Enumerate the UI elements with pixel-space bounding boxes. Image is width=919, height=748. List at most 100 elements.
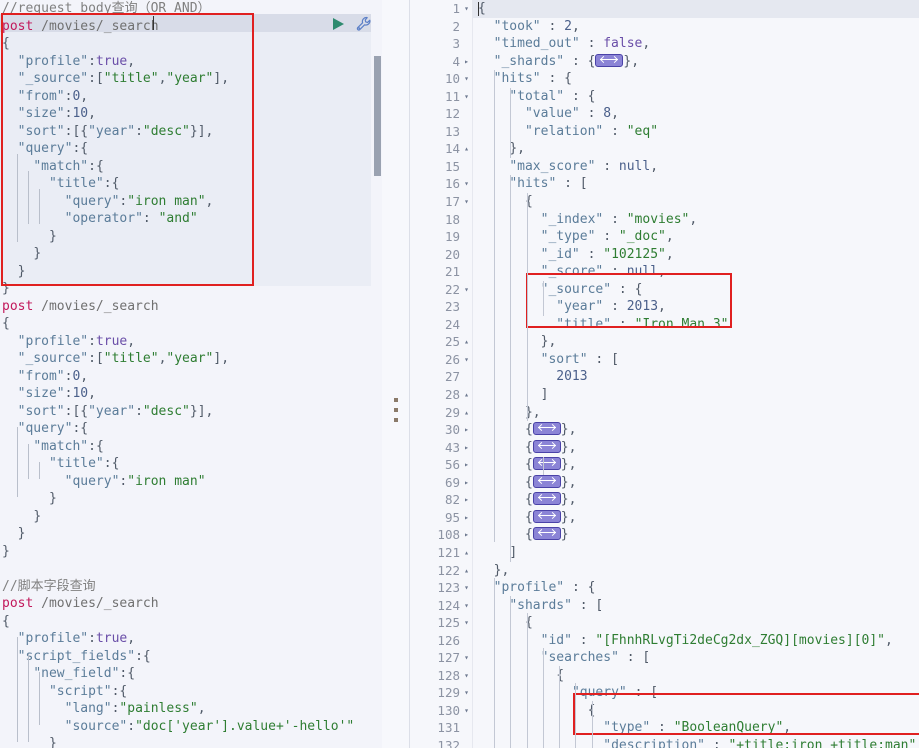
request-line[interactable]: "from":0, — [0, 88, 382, 106]
fold-toggle-right-icon[interactable]: ▸ — [462, 526, 471, 544]
response-line[interactable]: 129▾ "query" : [ — [410, 684, 919, 702]
request-line[interactable]: } — [0, 228, 382, 246]
response-line[interactable]: 12 "value" : 8, — [410, 105, 919, 123]
left-scrollbar-thumb[interactable] — [374, 56, 381, 176]
request-editor-pane[interactable]: //request body查询（OR AND）post /movies/_se… — [0, 0, 382, 748]
request-line[interactable]: "query":"iron man" — [0, 473, 382, 491]
request-line[interactable]: post /movies/_search — [0, 595, 382, 613]
response-line[interactable]: 29▴ }, — [410, 404, 919, 422]
fold-toggle-up-icon[interactable]: ▴ — [462, 333, 471, 351]
response-line[interactable]: 69▸ {}, — [410, 474, 919, 492]
fold-toggle-up-icon[interactable]: ▴ — [462, 386, 471, 404]
response-line[interactable]: 28▴ ] — [410, 386, 919, 404]
request-line[interactable]: "sort":[{"year":"desc"}], — [0, 123, 382, 141]
request-line[interactable] — [0, 560, 382, 578]
request-line[interactable]: "script_fields":{ — [0, 648, 382, 666]
request-line[interactable]: "query":"iron man", — [0, 193, 382, 211]
request-line[interactable]: post /movies/_search — [0, 18, 382, 36]
response-line[interactable]: 18 "_index" : "movies", — [410, 211, 919, 229]
response-line[interactable]: 13 "relation" : "eq" — [410, 123, 919, 141]
request-line[interactable]: "title":{ — [0, 455, 382, 473]
request-line[interactable]: "match":{ — [0, 438, 382, 456]
request-line[interactable]: } — [0, 735, 382, 748]
request-line[interactable]: } — [0, 543, 382, 561]
request-line[interactable]: { — [0, 35, 382, 53]
request-line[interactable]: "profile":true, — [0, 630, 382, 648]
request-line[interactable]: "size":10, — [0, 105, 382, 123]
collapsed-block-icon[interactable] — [533, 475, 561, 488]
pane-splitter[interactable] — [382, 0, 410, 748]
request-line[interactable]: { — [0, 613, 382, 631]
response-line[interactable]: 16▾ "hits" : [ — [410, 175, 919, 193]
response-line[interactable]: 20 "_id" : "102125", — [410, 246, 919, 264]
request-line[interactable]: "from":0, — [0, 368, 382, 386]
response-line[interactable]: 82▸ {}, — [410, 491, 919, 509]
wrench-icon[interactable] — [356, 16, 372, 32]
request-line[interactable]: "new_field":{ — [0, 665, 382, 683]
response-line[interactable]: 3 "timed_out" : false, — [410, 35, 919, 53]
fold-toggle-down-icon[interactable]: ▾ — [462, 667, 471, 685]
fold-toggle-down-icon[interactable]: ▾ — [462, 88, 471, 106]
request-line[interactable]: "match":{ — [0, 158, 382, 176]
request-line[interactable]: } — [0, 490, 382, 508]
collapsed-block-icon[interactable] — [595, 54, 623, 67]
request-line[interactable]: "_source":["title","year"], — [0, 70, 382, 88]
fold-toggle-down-icon[interactable]: ▾ — [462, 281, 471, 299]
fold-toggle-right-icon[interactable]: ▸ — [462, 474, 471, 492]
fold-toggle-right-icon[interactable]: ▸ — [462, 439, 471, 457]
request-line[interactable]: //request body查询（OR AND） — [0, 0, 382, 18]
fold-toggle-up-icon[interactable]: ▴ — [462, 404, 471, 422]
response-line[interactable]: 11▾ "total" : { — [410, 88, 919, 106]
request-line[interactable]: } — [0, 508, 382, 526]
response-line[interactable]: 125▾ { — [410, 614, 919, 632]
request-line[interactable]: "profile":true, — [0, 53, 382, 71]
response-json-body[interactable]: 1▾{2 "took" : 2,3 "timed_out" : false,4▸… — [410, 0, 919, 748]
response-line[interactable]: 24 "title" : "Iron Man 3" — [410, 316, 919, 334]
request-line[interactable]: "profile":true, — [0, 333, 382, 351]
fold-toggle-down-icon[interactable]: ▾ — [462, 702, 471, 720]
response-line[interactable]: 4▸ "_shards" : {}, — [410, 53, 919, 71]
fold-toggle-right-icon[interactable]: ▸ — [462, 421, 471, 439]
response-line[interactable]: 122▴ }, — [410, 562, 919, 580]
collapsed-block-icon[interactable] — [533, 422, 561, 435]
fold-toggle-up-icon[interactable]: ▴ — [462, 544, 471, 562]
fold-toggle-down-icon[interactable]: ▾ — [462, 175, 471, 193]
request-line[interactable]: "_source":["title","year"], — [0, 350, 382, 368]
fold-toggle-down-icon[interactable]: ▾ — [462, 70, 471, 88]
response-line[interactable]: 21 "_score" : null, — [410, 263, 919, 281]
response-line[interactable]: 43▸ {}, — [410, 439, 919, 457]
request-line[interactable]: //脚本字段查询 — [0, 578, 382, 596]
response-line[interactable]: 23 "year" : 2013, — [410, 298, 919, 316]
response-line[interactable]: 17▾ { — [410, 193, 919, 211]
request-line[interactable]: "sort":[{"year":"desc"}], — [0, 403, 382, 421]
request-line[interactable]: "query":{ — [0, 420, 382, 438]
response-line[interactable]: 127▾ "searches" : [ — [410, 649, 919, 667]
request-line[interactable]: { — [0, 315, 382, 333]
fold-toggle-down-icon[interactable]: ▾ — [462, 579, 471, 597]
response-line[interactable]: 2 "took" : 2, — [410, 18, 919, 36]
response-line[interactable]: 14▴ }, — [410, 140, 919, 158]
collapsed-block-icon[interactable] — [533, 457, 561, 470]
request-line[interactable]: } — [0, 263, 382, 281]
fold-toggle-down-icon[interactable]: ▾ — [462, 351, 471, 369]
collapsed-block-icon[interactable] — [533, 440, 561, 453]
fold-toggle-right-icon[interactable]: ▸ — [462, 509, 471, 527]
response-line[interactable]: 126 "id" : "[FhnhRLvgTi2deCg2dx_ZGQ][mov… — [410, 632, 919, 650]
fold-toggle-down-icon[interactable]: ▾ — [462, 684, 471, 702]
response-line[interactable]: 56▸ {}, — [410, 456, 919, 474]
fold-toggle-up-icon[interactable]: ▴ — [462, 140, 471, 158]
response-line[interactable]: 26▾ "sort" : [ — [410, 351, 919, 369]
collapsed-block-icon[interactable] — [533, 492, 561, 505]
request-code-body[interactable]: //request body查询（OR AND）post /movies/_se… — [0, 0, 382, 748]
response-line[interactable]: 128▾ { — [410, 667, 919, 685]
response-line[interactable]: 130▾ { — [410, 702, 919, 720]
response-line[interactable]: 30▸ {}, — [410, 421, 919, 439]
fold-toggle-down-icon[interactable]: ▾ — [462, 649, 471, 667]
response-line[interactable]: 131 "type" : "BooleanQuery", — [410, 719, 919, 737]
request-line[interactable]: "lang":"painless", — [0, 700, 382, 718]
response-viewer-pane[interactable]: 1▾{2 "took" : 2,3 "timed_out" : false,4▸… — [410, 0, 919, 748]
response-line[interactable]: 25▴ }, — [410, 333, 919, 351]
response-line[interactable]: 27 2013 — [410, 368, 919, 386]
request-line[interactable]: } — [0, 280, 382, 298]
fold-toggle-right-icon[interactable]: ▸ — [462, 491, 471, 509]
